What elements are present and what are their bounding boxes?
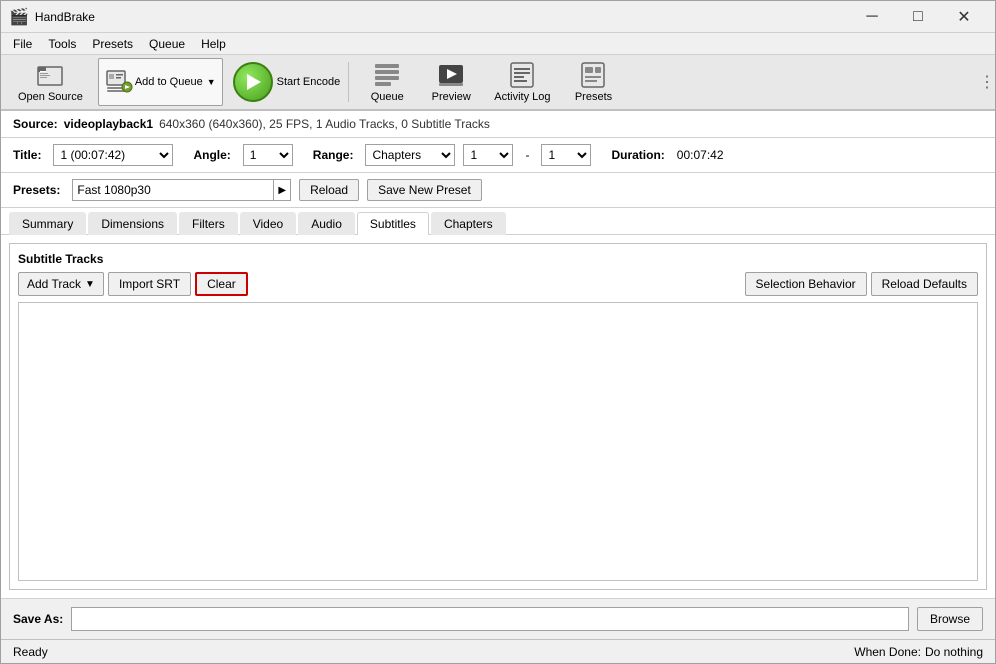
presets-icon (579, 61, 607, 89)
tab-subtitles[interactable]: Subtitles (357, 212, 429, 235)
save-new-preset-button[interactable]: Save New Preset (367, 179, 482, 201)
main-content: Subtitle Tracks Add Track ▼ Import SRT C… (1, 235, 995, 598)
toolbar-overflow[interactable]: ⋮ (979, 72, 987, 92)
activity-log-button[interactable]: Activity Log (485, 58, 559, 106)
subtitle-tracks-panel: Subtitle Tracks Add Track ▼ Import SRT C… (9, 243, 987, 590)
preview-label: Preview (432, 91, 471, 103)
source-info: 640x360 (640x360), 25 FPS, 1 Audio Track… (159, 117, 490, 131)
when-done-label: When Done: (854, 645, 921, 659)
app-icon: 🎬 (9, 7, 29, 27)
close-button[interactable]: ✕ (941, 1, 987, 33)
title-label: Title: (13, 148, 41, 162)
menu-queue[interactable]: Queue (141, 35, 193, 53)
add-to-queue-label: Add to Queue (135, 76, 203, 88)
source-label: Source: (13, 117, 58, 131)
add-to-queue-split-button[interactable]: Add to Queue ▼ (98, 58, 223, 106)
preset-input[interactable] (73, 180, 273, 200)
tab-audio[interactable]: Audio (298, 212, 355, 235)
tab-filters[interactable]: Filters (179, 212, 238, 235)
title-select[interactable]: 1 (00:07:42) (53, 144, 173, 166)
preview-button[interactable]: Preview (421, 58, 481, 106)
subtitle-toolbar-left: Add Track ▼ Import SRT Clear (18, 272, 248, 296)
settings-row: Title: 1 (00:07:42) Angle: 1 Range: Chap… (1, 138, 995, 173)
menu-bar: File Tools Presets Queue Help (1, 33, 995, 55)
angle-select[interactable]: 1 (243, 144, 293, 166)
save-row: Save As: Browse (1, 598, 995, 639)
status-bar: Ready When Done: Do nothing (1, 639, 995, 663)
preset-select-wrap: ▶ (72, 179, 291, 201)
range-label: Range: (313, 148, 354, 162)
subtitle-list-area (18, 302, 978, 581)
app-window: 🎬 HandBrake ─ □ ✕ File Tools Presets Que… (0, 0, 996, 664)
add-track-arrow-icon: ▼ (85, 279, 95, 290)
menu-help[interactable]: Help (193, 35, 234, 53)
chapter-start-select[interactable]: 1 (463, 144, 513, 166)
save-as-label: Save As: (13, 612, 63, 626)
duration-value: 00:07:42 (677, 148, 724, 162)
tab-dimensions[interactable]: Dimensions (88, 212, 177, 235)
tab-video[interactable]: Video (240, 212, 296, 235)
selection-behavior-button[interactable]: Selection Behavior (745, 272, 867, 296)
start-encode-label: Start Encode (277, 76, 341, 88)
add-to-queue-icon (105, 67, 133, 98)
add-track-button[interactable]: Add Track ▼ (18, 272, 104, 296)
queue-label: Queue (371, 91, 404, 103)
presets-label: Presets (575, 91, 612, 103)
reload-button[interactable]: Reload (299, 179, 359, 201)
clear-button[interactable]: Clear (195, 272, 248, 296)
range-type-select[interactable]: Chapters (365, 144, 455, 166)
start-encode-button[interactable] (233, 62, 273, 102)
open-source-icon (36, 61, 64, 89)
source-area: Source: videoplayback1 640x360 (640x360)… (1, 111, 995, 138)
duration-label: Duration: (611, 148, 664, 162)
preview-icon (437, 61, 465, 89)
toolbar-separator-1 (348, 62, 349, 102)
minimize-button[interactable]: ─ (849, 1, 895, 33)
presets-button[interactable]: Presets (563, 58, 623, 106)
range-dash: - (525, 148, 529, 162)
menu-file[interactable]: File (5, 35, 40, 53)
toolbar: Open Source Add to Queue (1, 55, 995, 111)
reload-defaults-button[interactable]: Reload Defaults (871, 272, 978, 296)
source-filename: videoplayback1 (64, 117, 153, 131)
activity-log-label: Activity Log (494, 91, 550, 103)
status-right: When Done: Do nothing (854, 645, 983, 659)
status-text: Ready (13, 645, 48, 659)
angle-label: Angle: (193, 148, 230, 162)
tab-chapters[interactable]: Chapters (431, 212, 506, 235)
chapter-end-select[interactable]: 1 (541, 144, 591, 166)
menu-presets[interactable]: Presets (84, 35, 141, 53)
tabs-area: Summary Dimensions Filters Video Audio S… (1, 208, 995, 235)
queue-icon (373, 61, 401, 89)
menu-tools[interactable]: Tools (40, 35, 84, 53)
save-as-input[interactable] (71, 607, 909, 631)
open-source-button[interactable]: Open Source (9, 58, 92, 106)
title-bar-left: 🎬 HandBrake (9, 7, 95, 27)
add-to-queue-arrow[interactable]: ▼ (207, 77, 216, 87)
app-title: HandBrake (35, 10, 95, 24)
presets-row: Presets: ▶ Reload Save New Preset (1, 173, 995, 208)
queue-button[interactable]: Queue (357, 58, 417, 106)
preset-arrow-button[interactable]: ▶ (273, 180, 290, 200)
add-track-label: Add Track (27, 277, 81, 291)
title-bar-controls: ─ □ ✕ (849, 1, 987, 33)
subtitle-toolbar: Add Track ▼ Import SRT Clear Selection B… (18, 272, 978, 296)
open-source-label: Open Source (18, 91, 83, 103)
import-srt-button[interactable]: Import SRT (108, 272, 191, 296)
tab-summary[interactable]: Summary (9, 212, 86, 235)
when-done-value: Do nothing (925, 645, 983, 659)
subtitle-toolbar-right: Selection Behavior Reload Defaults (745, 272, 978, 296)
subtitle-tracks-label: Subtitle Tracks (18, 252, 978, 266)
browse-button[interactable]: Browse (917, 607, 983, 631)
title-bar: 🎬 HandBrake ─ □ ✕ (1, 1, 995, 33)
maximize-button[interactable]: □ (895, 1, 941, 33)
activity-log-icon (508, 61, 536, 89)
presets-row-label: Presets: (13, 183, 60, 197)
